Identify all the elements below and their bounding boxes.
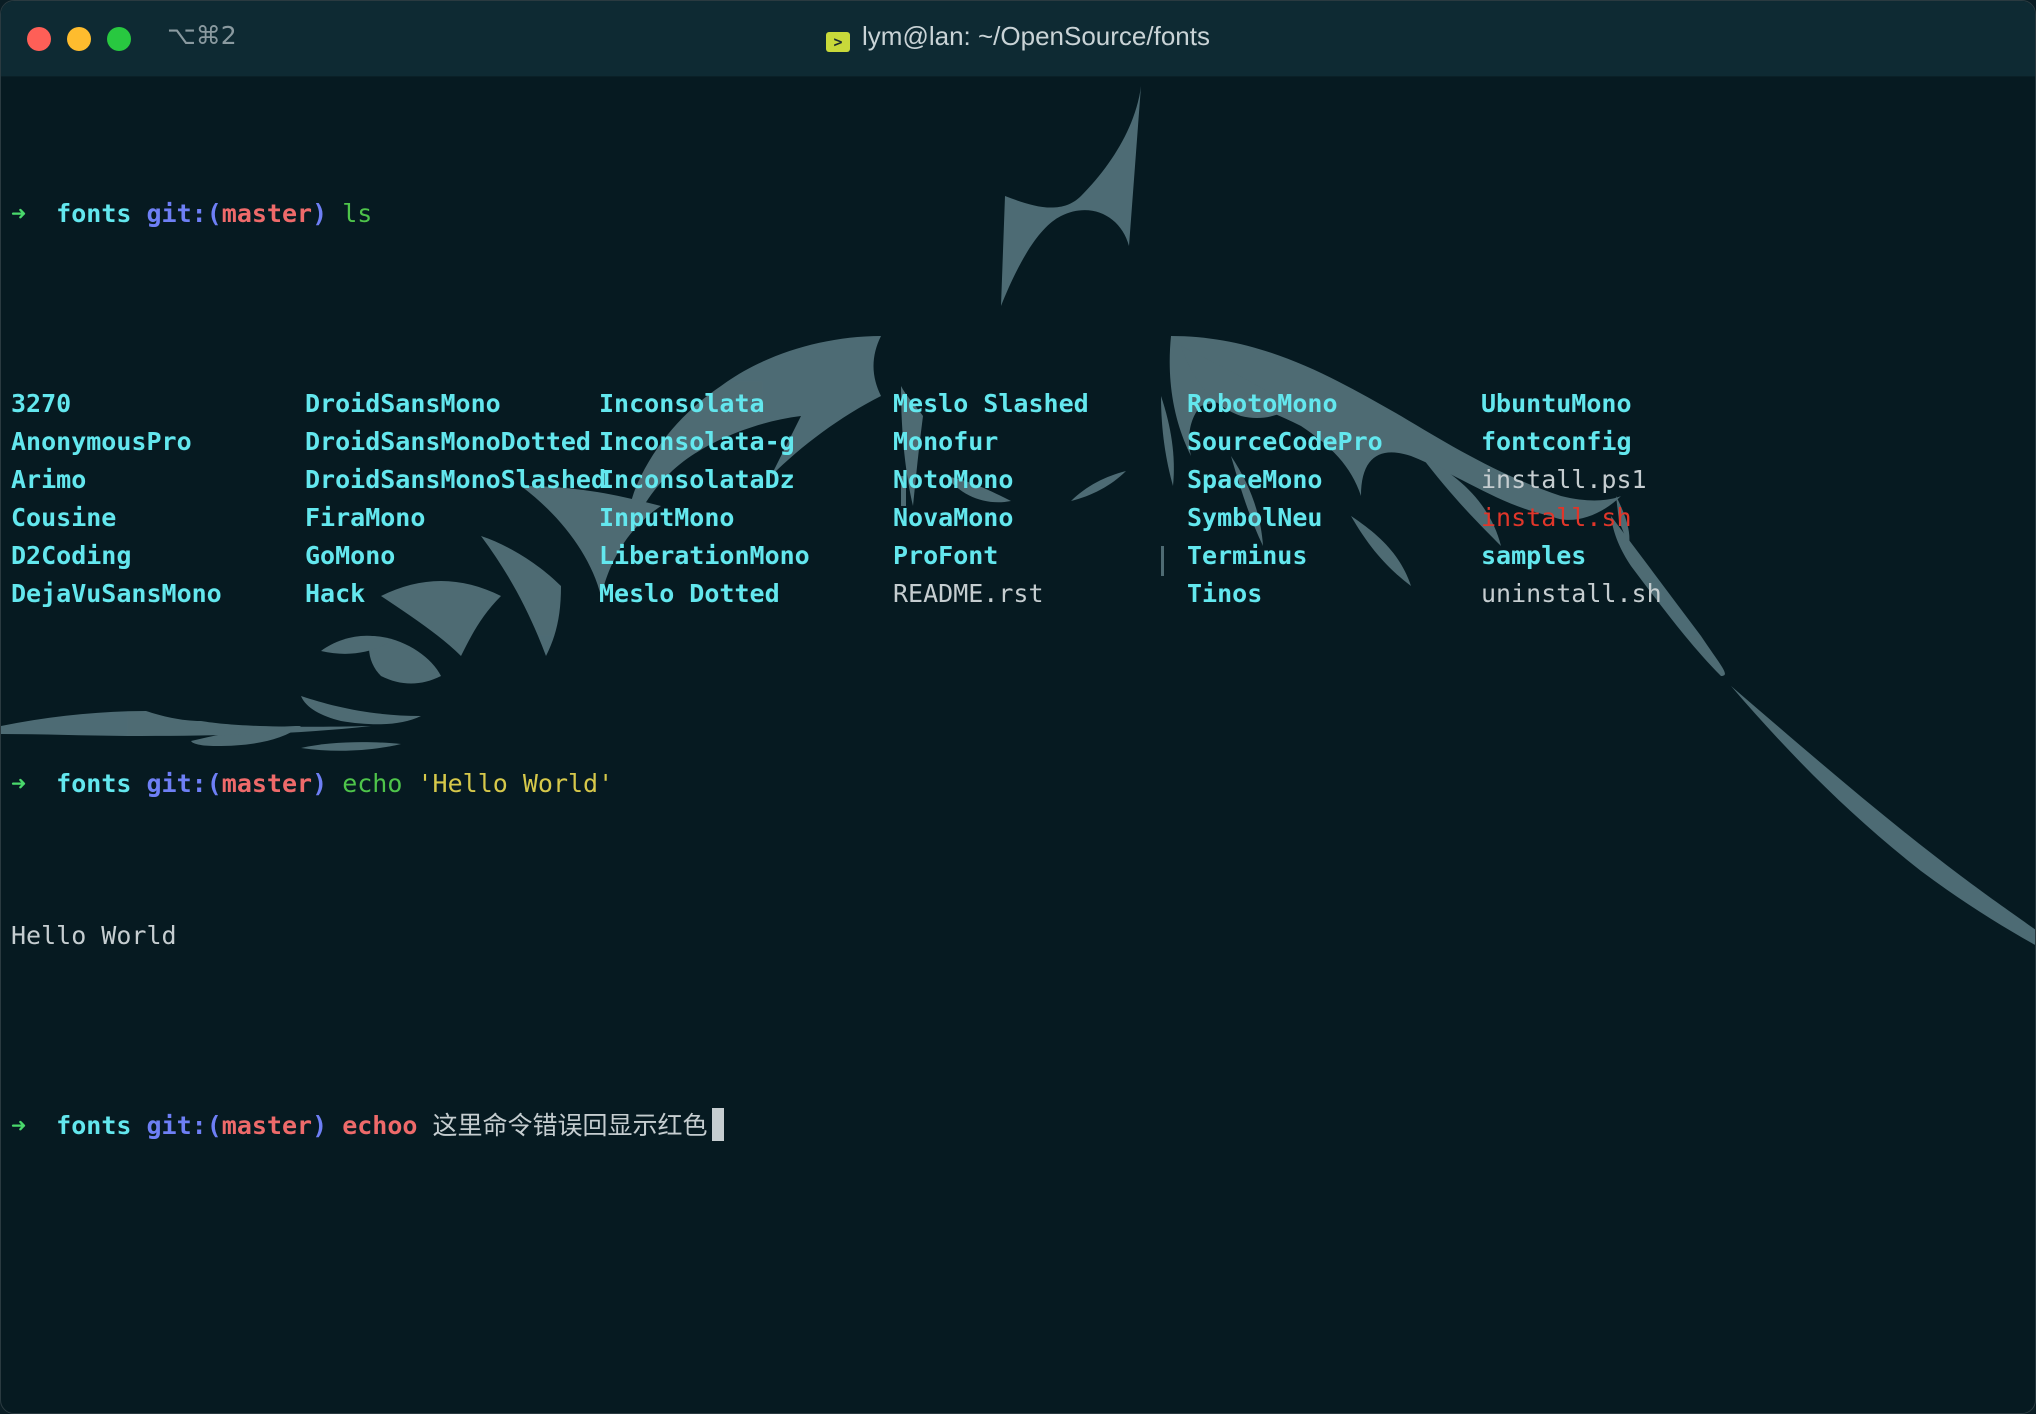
prompt-git-prefix: git:(: [146, 1111, 222, 1140]
ls-entry-directory: NotoMono: [893, 465, 1014, 494]
prompt-line-current[interactable]: ➜ fonts git:(master) echoo 这里命令错误回显示红色: [11, 1107, 2025, 1145]
ls-entry-file: uninstall.sh: [1481, 579, 1662, 608]
ls-entry-executable: install.sh: [1481, 503, 1632, 532]
ls-entry-directory: Monofur: [893, 427, 999, 456]
ls-entry-directory: GoMono: [305, 541, 396, 570]
ls-entry-directory: Cousine: [11, 503, 117, 532]
prompt-git-suffix: ): [312, 199, 328, 228]
ls-entry-directory: DroidSansMonoSlashed: [305, 465, 607, 494]
prompt-line-echo: ➜ fonts git:(master) echo 'Hello World': [11, 765, 2025, 803]
ls-entry-directory: Terminus: [1187, 541, 1308, 570]
ls-entry-directory: Tinos: [1187, 579, 1263, 608]
command-text: ls: [342, 199, 373, 228]
ls-entry-directory: Hack: [305, 579, 366, 608]
terminal-window: ⌥⌘2 > lym@lan: ~/OpenSource/fonts ➜ font…: [0, 0, 2036, 1414]
command-args: 这里命令错误回显示红色: [432, 1111, 708, 1140]
terminal-output[interactable]: ➜ fonts git:(master) ls 3270 AnonymousPro…: [11, 81, 2025, 1413]
ls-entry-directory: UbuntuMono: [1481, 389, 1632, 418]
ls-entry-directory: ProFont: [893, 541, 999, 570]
prompt-arrow: ➜: [11, 1111, 27, 1140]
ls-entry-directory: InconsolataDz: [599, 465, 795, 494]
prompt-branch: master: [221, 1111, 313, 1140]
prompt-branch: master: [221, 199, 313, 228]
ls-entry-directory: AnonymousPro: [11, 427, 192, 456]
prompt-dir: fonts: [56, 769, 132, 798]
ls-entry-directory: Meslo Slashed: [893, 389, 1089, 418]
title-bar[interactable]: ⌥⌘2 > lym@lan: ~/OpenSource/fonts: [1, 1, 2035, 77]
ls-entry-directory: Inconsolata: [599, 389, 765, 418]
ls-entry-directory: DroidSansMonoDotted: [305, 427, 591, 456]
ls-entry-directory: RobotoMono: [1187, 389, 1338, 418]
prompt-arrow: ➜: [11, 199, 27, 228]
ls-entry-directory: D2Coding: [11, 541, 132, 570]
prompt-git-prefix: git:(: [146, 769, 222, 798]
ls-entry-directory: SpaceMono: [1187, 465, 1323, 494]
command-text: echo: [342, 769, 403, 798]
ls-entry-directory: DejaVuSansMono: [11, 579, 222, 608]
ls-entry-file: README.rst: [893, 579, 1044, 608]
ls-entry-directory: samples: [1481, 541, 1587, 570]
prompt-arrow: ➜: [11, 769, 27, 798]
ls-entry-directory: Meslo Dotted: [599, 579, 780, 608]
window-title-text: lym@lan: ~/OpenSource/fonts: [862, 21, 1210, 51]
window-title: > lym@lan: ~/OpenSource/fonts: [1, 21, 2035, 52]
ls-output-grid: 3270 AnonymousPro Arimo Cousine D2Coding Deja…: [11, 385, 2025, 613]
prompt-dir: fonts: [56, 199, 132, 228]
ls-entry-directory: fontconfig: [1481, 427, 1632, 456]
echo-output: Hello World: [11, 921, 177, 950]
prompt-branch: master: [221, 769, 313, 798]
ls-entry-directory: Arimo: [11, 465, 87, 494]
command-args: 'Hello World': [417, 769, 614, 798]
ls-entry-directory: SourceCodePro: [1187, 427, 1383, 456]
ls-entry-directory: FiraMono: [305, 503, 426, 532]
ls-entry-directory: InputMono: [599, 503, 735, 532]
ls-entry-directory: NovaMono: [893, 503, 1014, 532]
ls-entry-directory: SymbolNeu: [1187, 503, 1323, 532]
ls-entry-directory: DroidSansMono: [305, 389, 501, 418]
prompt-git-suffix: ): [312, 1111, 328, 1140]
text-cursor: [711, 1108, 724, 1141]
prompt-git-prefix: git:(: [146, 199, 222, 228]
ls-entry-directory: Inconsolata-g: [599, 427, 795, 456]
prompt-git-suffix: ): [312, 769, 328, 798]
ls-entry-directory: LiberationMono: [599, 541, 810, 570]
terminal-icon: >: [826, 32, 851, 52]
ls-entry-file: install.ps1: [1481, 465, 1647, 494]
prompt-line-ls: ➜ fonts git:(master) ls: [11, 195, 2025, 233]
ls-entry-directory: 3270: [11, 389, 72, 418]
command-text-error: echoo: [342, 1111, 418, 1140]
prompt-dir: fonts: [56, 1111, 132, 1140]
